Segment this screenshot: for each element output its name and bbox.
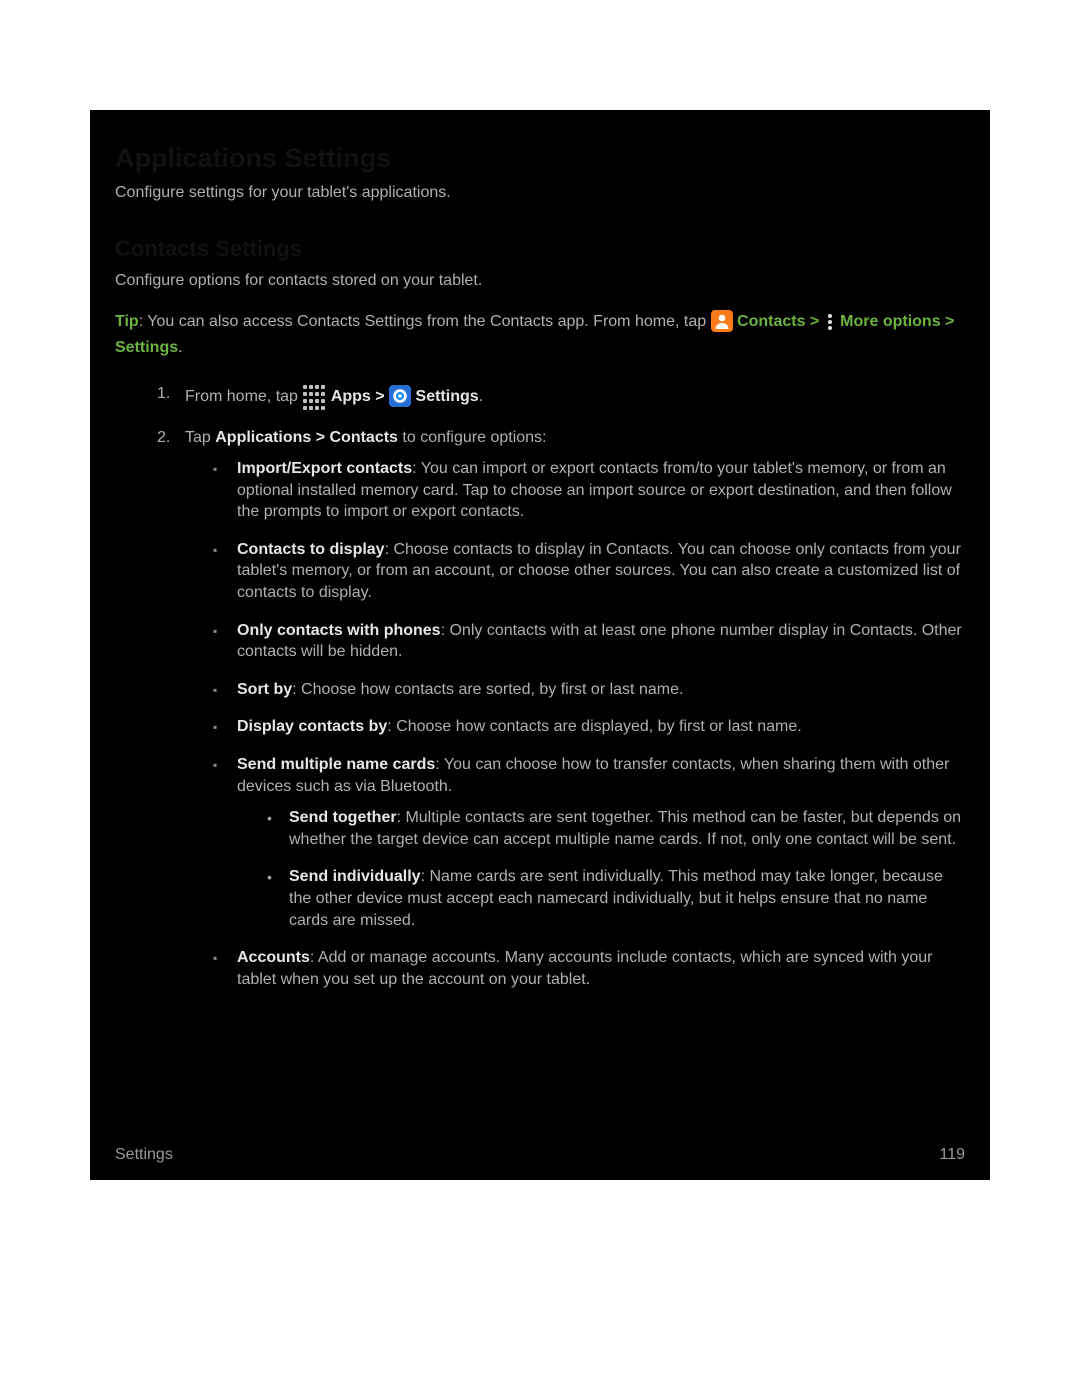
more-options-icon [824, 312, 836, 332]
page: Applications Settings Configure settings… [0, 0, 1080, 1397]
opt-t: : Choose how contacts are sorted, by fir… [292, 681, 683, 698]
opt-b: Import/Export contacts [237, 460, 412, 477]
option-send-multiple: Send multiple name cards: You can choose… [213, 754, 965, 931]
tip-lead: : You can also access Contacts Settings … [139, 313, 711, 330]
option-accounts: Accounts: Add or manage accounts. Many a… [213, 947, 965, 990]
opt-t: : Add or manage accounts. Many accounts … [237, 949, 932, 988]
step-1-post: . [479, 388, 483, 405]
opt-t: : Choose how contacts are displayed, by … [387, 718, 801, 735]
step-num: 1. [157, 383, 170, 405]
heading-main: Applications Settings [115, 140, 965, 176]
step-num: 2. [157, 427, 170, 449]
intro-sub: Configure options for contacts stored on… [115, 270, 965, 292]
options-list: Import/Export contacts: You can import o… [213, 458, 965, 990]
option-only-with-phones: Only contacts with phones: Only contacts… [213, 620, 965, 663]
tip-label: Tip [115, 313, 139, 330]
document-body: Applications Settings Configure settings… [90, 110, 990, 1180]
opt-b: Sort by [237, 681, 292, 698]
tip-contacts: Contacts > [737, 313, 824, 330]
step-2-pre: Tap [185, 429, 215, 446]
send-individually: Send individually: Name cards are sent i… [267, 866, 965, 931]
option-contacts-to-display: Contacts to display: Choose contacts to … [213, 539, 965, 604]
opt-b: Accounts [237, 949, 310, 966]
send-sublist: Send together: Multiple contacts are sen… [267, 807, 965, 931]
step-1: 1. From home, tap Apps > Settings. [157, 383, 965, 411]
opt-b: Send multiple name cards [237, 756, 435, 773]
footer-left: Settings [115, 1144, 173, 1166]
opt-b: Only contacts with phones [237, 622, 441, 639]
sub-b: Send individually [289, 868, 421, 885]
apps-grid-icon [302, 382, 326, 410]
tip-paragraph: Tip: You can also access Contacts Settin… [115, 309, 965, 360]
settings-label: Settings [416, 388, 479, 405]
step-1-pre: From home, tap [185, 388, 302, 405]
page-footer: Settings 119 [115, 1144, 965, 1166]
step-2: 2. Tap Applications > Contacts to config… [157, 427, 965, 991]
option-sort-by: Sort by: Choose how contacts are sorted,… [213, 679, 965, 701]
sub-b: Send together [289, 809, 397, 826]
tip-period: . [178, 339, 182, 356]
intro-main: Configure settings for your tablet's app… [115, 182, 965, 204]
option-import-export: Import/Export contacts: You can import o… [213, 458, 965, 523]
steps-list: 1. From home, tap Apps > Settings. 2. Ta… [157, 383, 965, 991]
heading-sub: Contacts Settings [115, 234, 965, 264]
step-2-mid: > [311, 429, 329, 446]
contacts-app-icon [711, 310, 733, 332]
opt-b: Contacts to display [237, 541, 385, 558]
option-display-contacts-by: Display contacts by: Choose how contacts… [213, 716, 965, 738]
step-2-post: to configure options: [398, 429, 547, 446]
settings-gear-icon [389, 385, 411, 407]
send-together: Send together: Multiple contacts are sen… [267, 807, 965, 850]
step-2-contacts: Contacts [330, 429, 398, 446]
footer-page-number: 119 [939, 1144, 965, 1166]
opt-b: Display contacts by [237, 718, 387, 735]
step-2-apps: Applications [215, 429, 311, 446]
apps-label: Apps > [331, 388, 389, 405]
